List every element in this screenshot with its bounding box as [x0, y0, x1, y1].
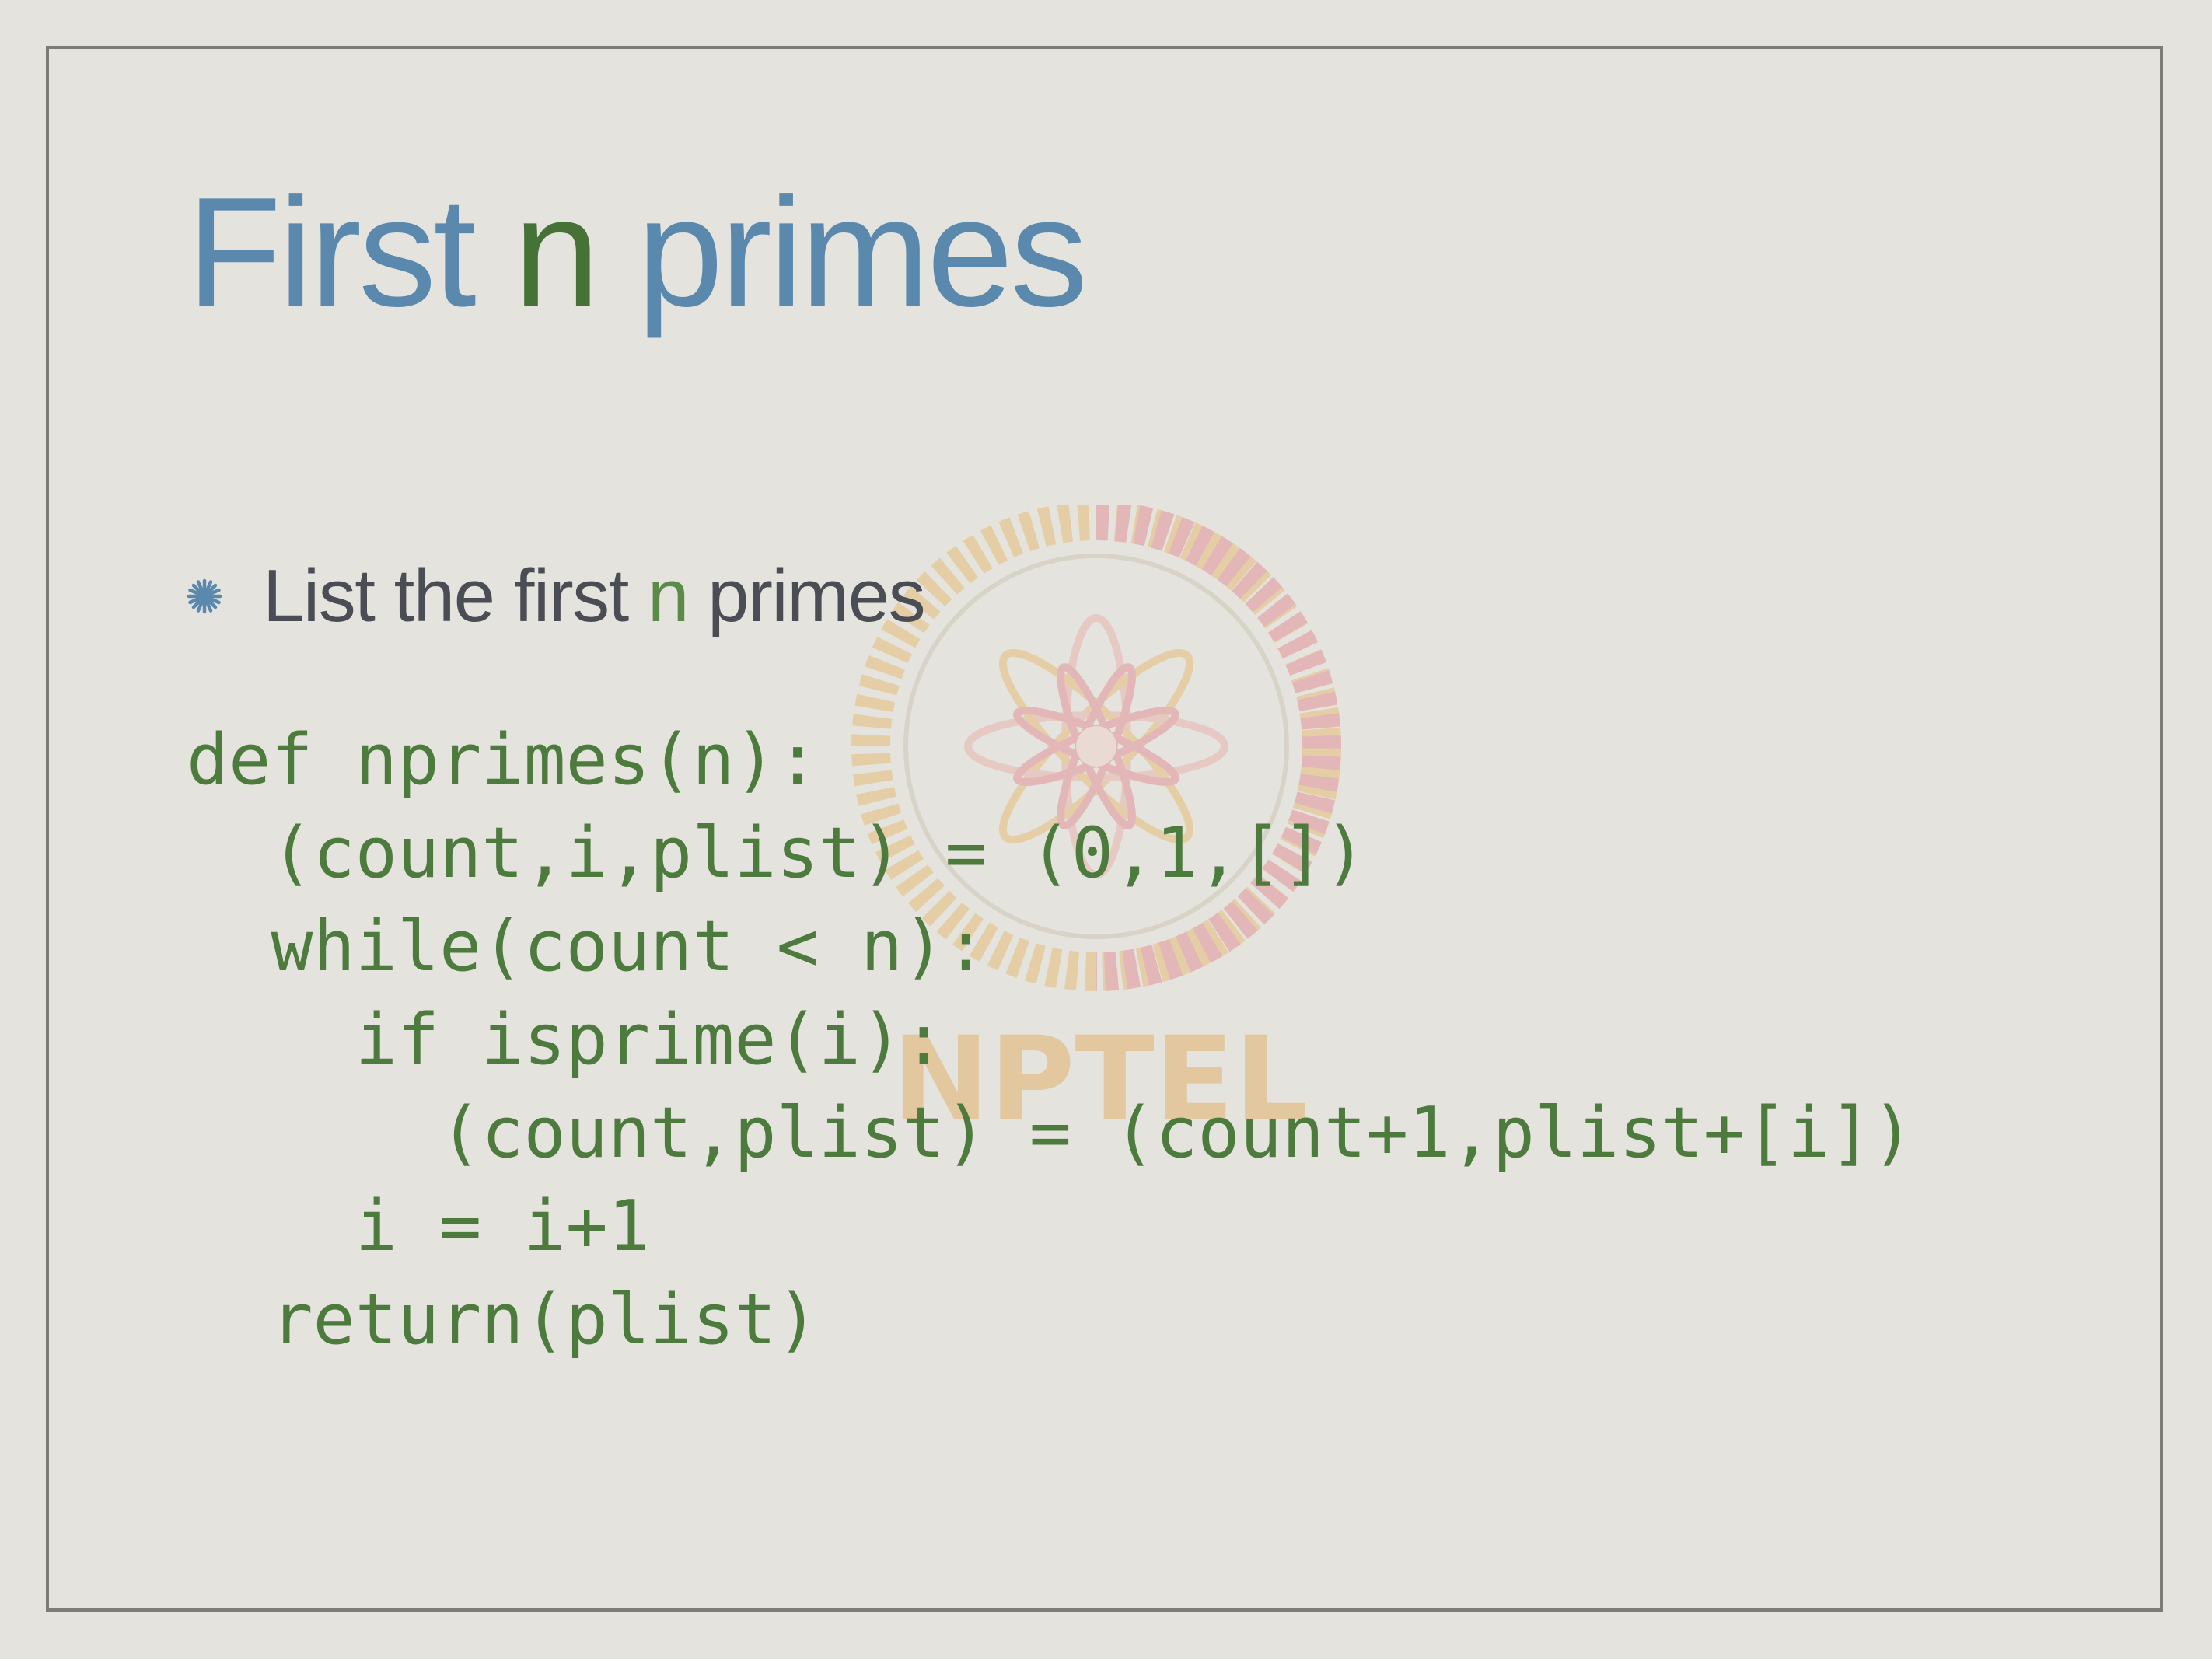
code-line: (count,plist) = (count+1,plist+[i])	[187, 1092, 1914, 1174]
title-text-post: primes	[596, 166, 1088, 339]
bullet-text: List the first n primes	[263, 554, 926, 639]
bullet-text-post: primes	[687, 554, 926, 637]
slide-title: First n primes	[187, 175, 1088, 330]
bullet-text-pre: List the first	[263, 554, 648, 637]
code-block: def nprimes(n): (count,i,plist) = (0,1,[…	[187, 714, 1914, 1367]
bullet-highlight: n	[648, 554, 689, 637]
title-text-pre: First	[187, 166, 514, 339]
code-line: return(plist)	[187, 1279, 819, 1360]
code-line: def nprimes(n):	[187, 719, 819, 801]
code-line: while(count < n):	[187, 906, 987, 987]
code-line: if isprime(i):	[187, 999, 945, 1081]
code-line: i = i+1	[187, 1186, 651, 1267]
asterisk-bullet-icon	[187, 578, 222, 614]
title-highlight: n	[513, 166, 599, 339]
bullet-item: List the first n primes	[187, 554, 926, 639]
code-line: (count,i,plist) = (0,1,[])	[187, 812, 1367, 894]
